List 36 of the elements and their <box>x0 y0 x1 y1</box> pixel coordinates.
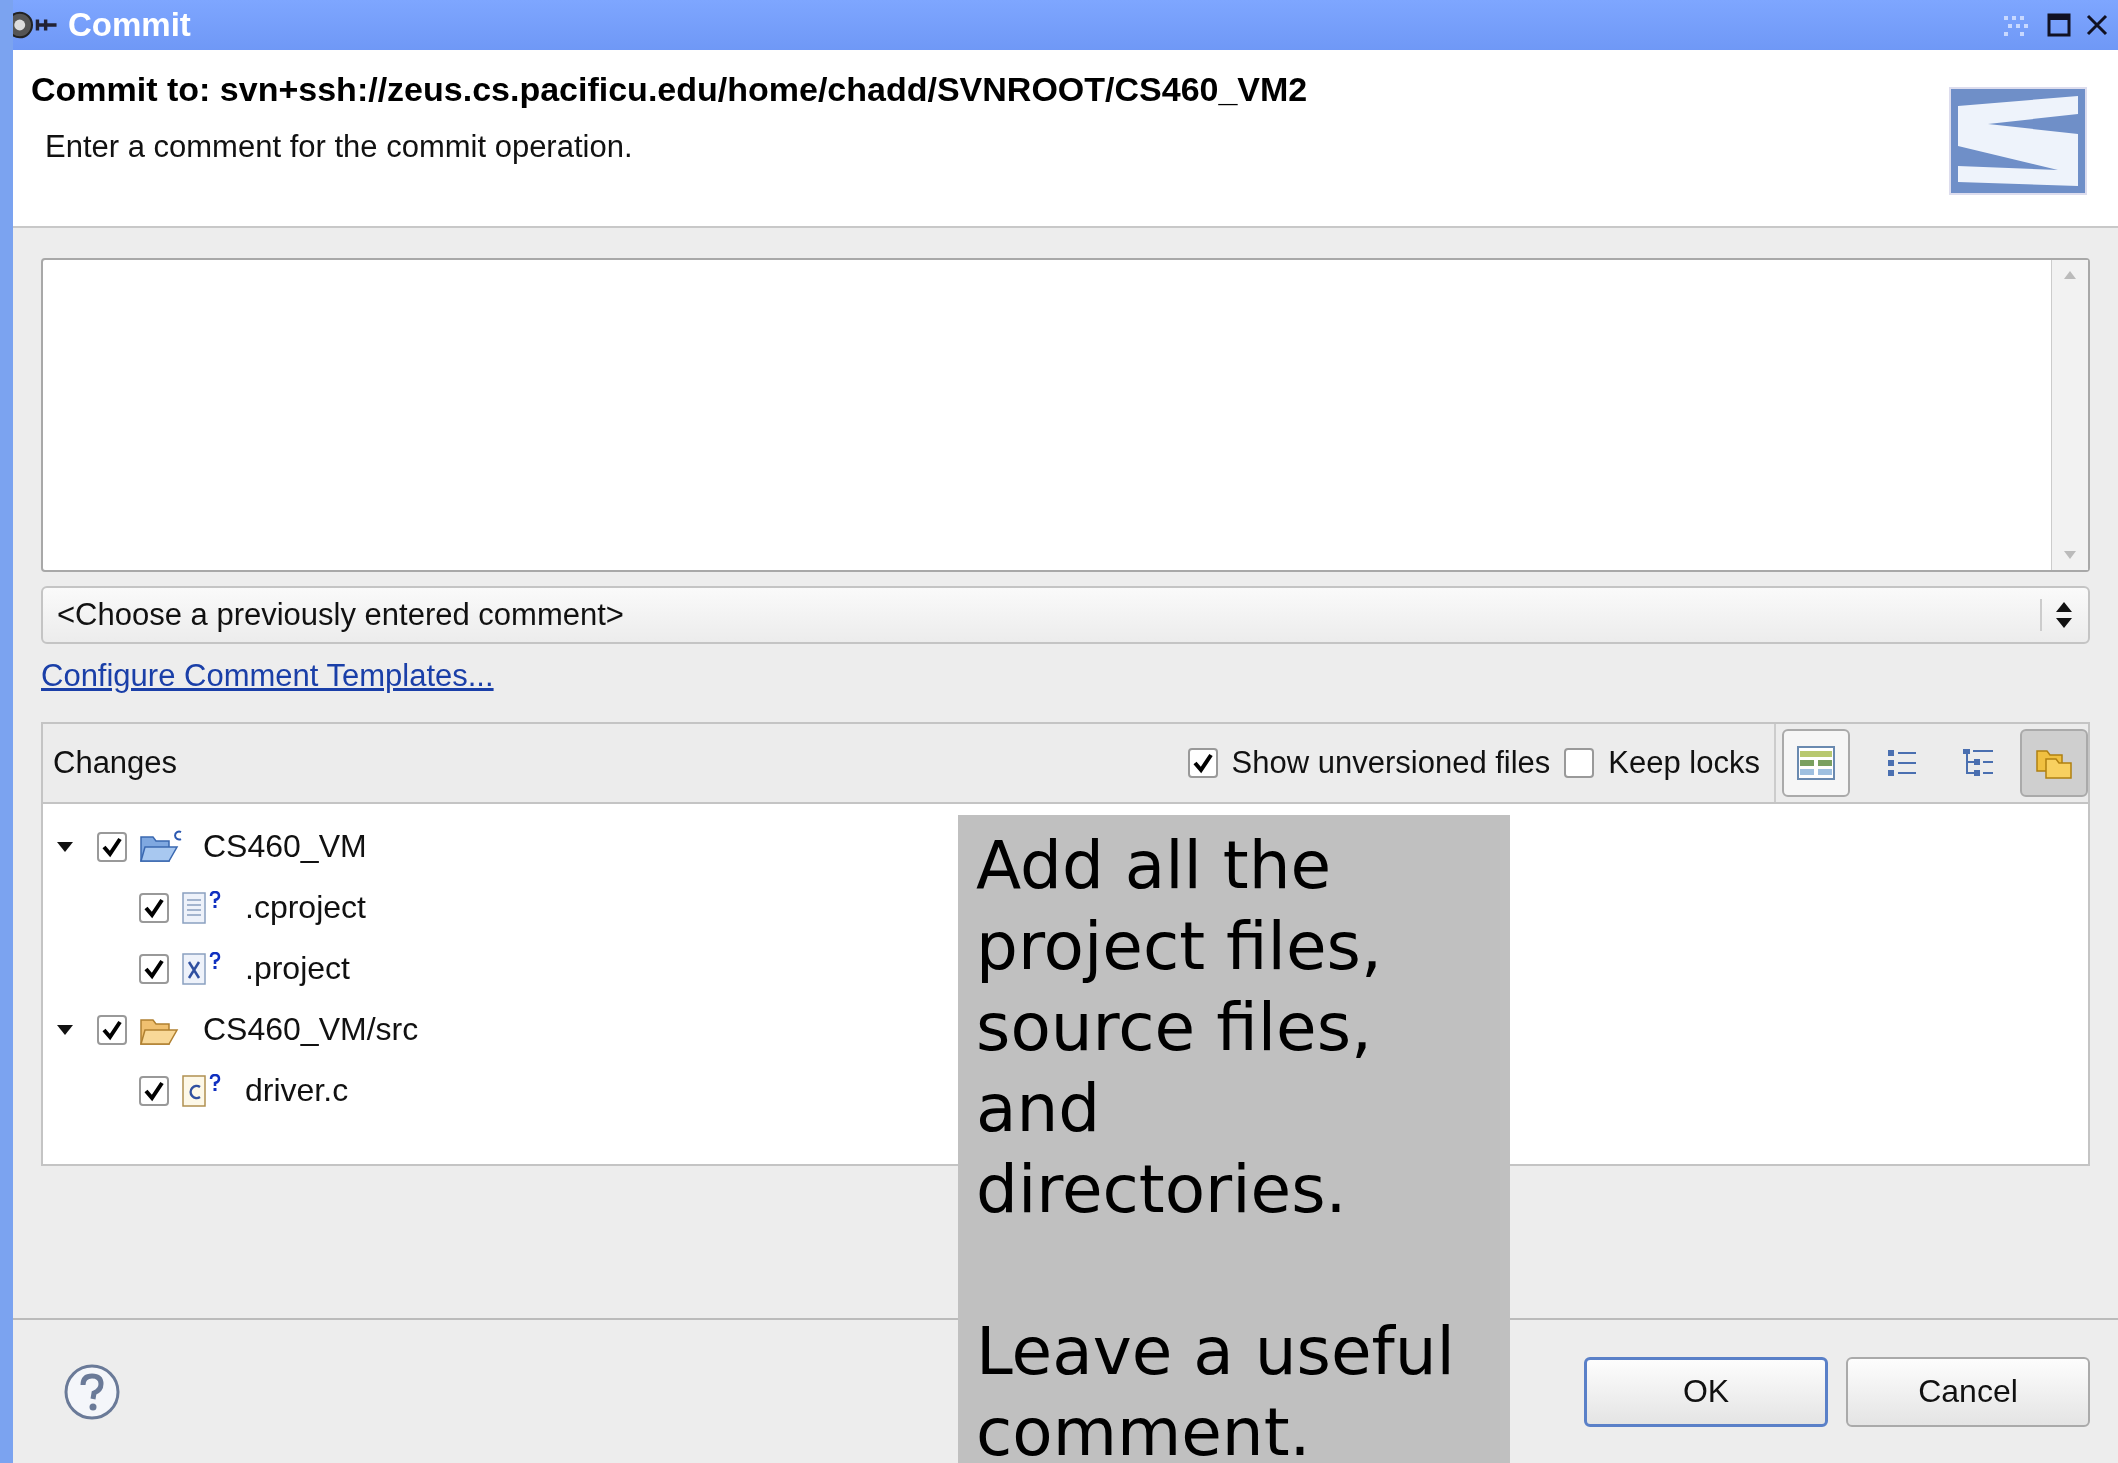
logo-icon <box>1948 86 2088 196</box>
tree-item[interactable]: .project <box>245 950 350 987</box>
option-checkbox[interactable]: Keep locks <box>1564 745 1760 781</box>
changes-title: Changes <box>53 745 178 781</box>
annotation-text: Leave a useful comment. <box>976 1312 1456 1463</box>
tree-item[interactable]: driver.c <box>245 1072 349 1109</box>
option-checkbox[interactable]: Show unversioned files <box>1187 745 1551 781</box>
help-icon[interactable] <box>63 1362 121 1421</box>
item-checkbox[interactable] <box>139 1075 169 1106</box>
expand-arrow-icon[interactable] <box>55 839 75 854</box>
compare-view-button[interactable] <box>1782 729 1850 797</box>
dialog-button[interactable]: OK <box>1584 1356 1828 1427</box>
annotation-text: Add all the project files, source files, and directories. <box>976 826 1383 1230</box>
item-checkbox[interactable] <box>97 1014 127 1045</box>
window-menu-icon[interactable] <box>13 10 60 40</box>
tree-item[interactable]: CS460_VM <box>203 828 367 865</box>
tree-item[interactable]: .cproject <box>245 889 366 926</box>
item-checkbox[interactable] <box>97 831 127 862</box>
templates-link[interactable]: Configure Comment Templates... <box>41 658 494 694</box>
text-file-icon <box>181 890 207 925</box>
c-file-icon <box>181 1073 207 1108</box>
table-icon <box>1796 745 1836 781</box>
item-checkbox[interactable] <box>139 953 169 984</box>
tree-item[interactable]: CS460_VM/src <box>203 1011 419 1048</box>
checkmark-icon <box>1191 752 1214 774</box>
dialog-description: Enter a comment for the commit operation. <box>44 129 634 165</box>
dialog-button[interactable]: Cancel <box>1846 1356 2090 1427</box>
dialog-title: Commit to: svn+ssh://zeus.cs.pacificu.edu/home/chadd/SVNROOT/CS460_VM2 <box>31 70 1309 109</box>
up-down-icon <box>2040 599 2074 631</box>
scroll-bar[interactable] <box>2051 260 2088 570</box>
item-checkbox[interactable] <box>139 892 169 923</box>
window-title: Commit <box>68 6 191 44</box>
expand-arrow-icon[interactable] <box>55 1022 75 1037</box>
comment-field[interactable] <box>41 258 2090 572</box>
previous-comment-dropdown[interactable]: <Choose a previously entered comment> <box>41 586 2090 644</box>
x-file-icon <box>181 951 207 986</box>
